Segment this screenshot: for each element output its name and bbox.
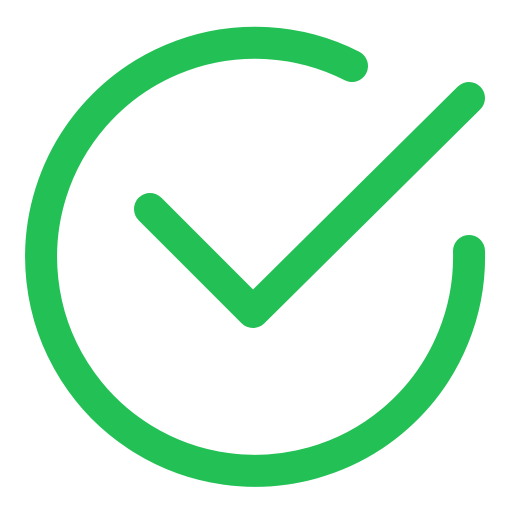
circle-ring	[25, 26, 486, 487]
icon-canvas	[0, 0, 512, 512]
checkmark	[134, 82, 485, 328]
check-circle-icon	[25, 26, 486, 487]
